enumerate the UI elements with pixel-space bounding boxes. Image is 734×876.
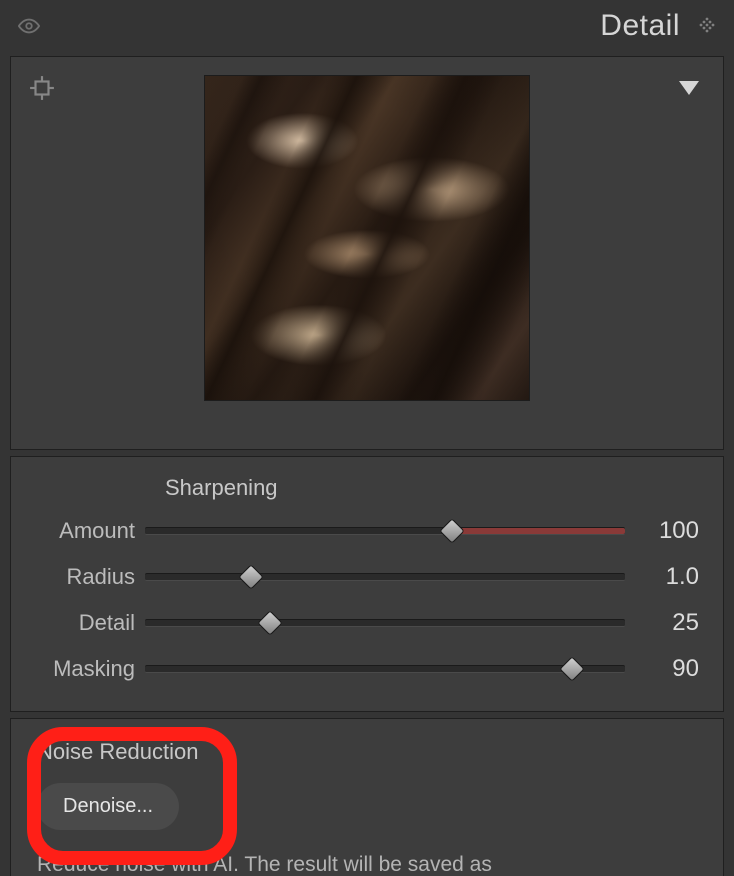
- preview-section: [10, 56, 724, 450]
- panel-header: Detail: [0, 0, 734, 56]
- amount-overfill: [452, 528, 625, 534]
- detail-slider-handle[interactable]: [257, 610, 282, 635]
- amount-slider-row: Amount 100: [35, 517, 699, 545]
- radius-value[interactable]: 1.0: [635, 563, 699, 591]
- sharpening-heading: Sharpening: [165, 475, 699, 501]
- radius-slider[interactable]: [145, 573, 625, 581]
- amount-label: Amount: [35, 518, 135, 544]
- noise-reduction-heading: Noise Reduction: [37, 739, 697, 765]
- panel-title: Detail: [600, 9, 680, 43]
- detail-slider[interactable]: [145, 619, 625, 627]
- amount-slider-handle[interactable]: [439, 518, 464, 543]
- radius-label: Radius: [35, 564, 135, 590]
- amount-value[interactable]: 100: [635, 517, 699, 545]
- header-right: Detail: [600, 9, 716, 43]
- visibility-eye-icon[interactable]: [18, 15, 40, 37]
- noise-reduction-section: Noise Reduction Denoise... Reduce noise …: [10, 718, 724, 876]
- denoise-button[interactable]: Denoise...: [37, 783, 179, 830]
- sharpening-section: Sharpening Amount 100 Radius 1.0 Detail …: [10, 456, 724, 712]
- masking-slider-row: Masking 90: [35, 655, 699, 683]
- masking-slider-handle[interactable]: [559, 656, 584, 681]
- amount-slider[interactable]: [145, 527, 625, 535]
- masking-label: Masking: [35, 656, 135, 682]
- masking-value[interactable]: 90: [635, 655, 699, 683]
- detail-preview-image[interactable]: [204, 75, 530, 401]
- detail-slider-row: Detail 25: [35, 609, 699, 637]
- detail-value[interactable]: 25: [635, 609, 699, 637]
- detail-label: Detail: [35, 610, 135, 636]
- panel-options-icon[interactable]: [698, 17, 716, 35]
- masking-slider[interactable]: [145, 665, 625, 673]
- noise-description: Reduce noise with AI. The result will be…: [37, 848, 497, 876]
- collapse-triangle-icon[interactable]: [679, 81, 699, 102]
- radius-slider-row: Radius 1.0: [35, 563, 699, 591]
- target-picker-icon[interactable]: [29, 75, 55, 101]
- radius-slider-handle[interactable]: [238, 564, 263, 589]
